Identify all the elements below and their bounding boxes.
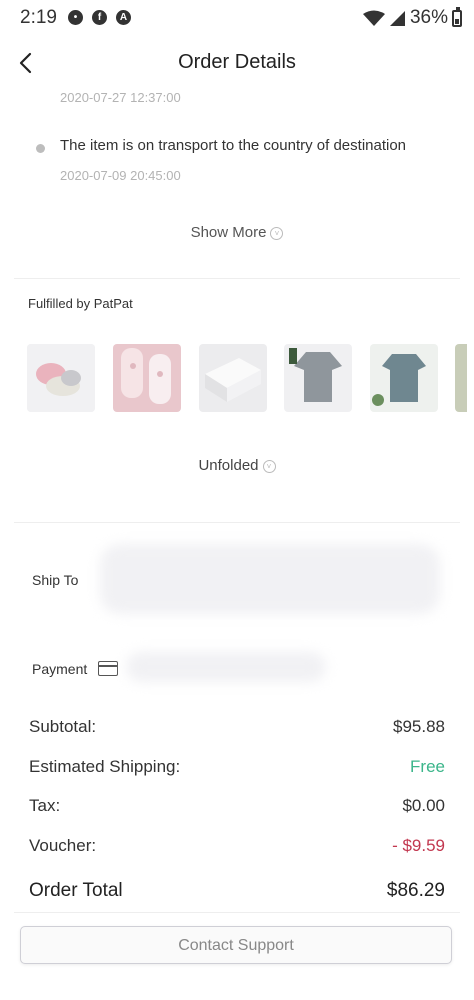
battery-icon bbox=[452, 6, 462, 27]
show-more-button[interactable]: Show More ˅ bbox=[14, 224, 460, 241]
status-time: 2:19 bbox=[20, 7, 57, 28]
fulfilled-label: Fulfilled by PatPat bbox=[28, 296, 133, 311]
order-total-row: Order Total $86.29 bbox=[29, 880, 445, 902]
battery-percent: 36% bbox=[409, 7, 448, 28]
blue-romper-image bbox=[370, 344, 438, 412]
tax-row: Tax: $0.00 bbox=[29, 796, 445, 816]
unfolded-label: Unfolded bbox=[198, 457, 259, 474]
signal-icon bbox=[389, 10, 405, 26]
chevron-down-icon: ˅ bbox=[262, 459, 276, 473]
payment-redacted bbox=[126, 652, 326, 682]
shipping-value: Free bbox=[410, 757, 445, 776]
facebook-icon: f bbox=[92, 10, 107, 25]
contact-support-button[interactable]: Contact Support bbox=[20, 926, 452, 964]
subtotal-value: $95.88 bbox=[393, 717, 445, 736]
product-thumbnail[interactable] bbox=[284, 344, 352, 412]
divider bbox=[14, 522, 460, 523]
tracking-previous-date: 2020-07-27 12:37:00 bbox=[60, 90, 181, 105]
status-right: 36% bbox=[362, 6, 462, 29]
product-thumbnail[interactable] bbox=[27, 344, 95, 412]
socks-image bbox=[27, 344, 95, 412]
subtotal-row: Subtotal: $95.88 bbox=[29, 717, 445, 737]
tax-label: Tax: bbox=[29, 796, 61, 815]
header: Order Details bbox=[0, 40, 474, 86]
product-thumbnails bbox=[27, 344, 467, 414]
gray-romper-image bbox=[284, 344, 352, 412]
product-image bbox=[455, 344, 467, 412]
voucher-row: Voucher: - $9.59 bbox=[29, 836, 445, 856]
tracking-event-text: The item is on transport to the country … bbox=[60, 137, 407, 154]
show-more-label: Show More bbox=[190, 224, 267, 241]
wifi-icon bbox=[362, 10, 385, 26]
status-bar: 2:19 • f A 36% bbox=[0, 0, 474, 36]
payment-label: Payment bbox=[32, 661, 88, 677]
divider bbox=[14, 912, 460, 913]
tracking-section: 2020-07-27 12:37:00 The item is on trans… bbox=[14, 86, 460, 276]
lace-socks-image bbox=[113, 344, 181, 412]
voucher-label: Voucher: bbox=[29, 836, 97, 855]
address-redacted bbox=[100, 544, 440, 614]
order-total-label: Order Total bbox=[29, 880, 123, 901]
white-cloth-image bbox=[199, 344, 267, 412]
divider bbox=[14, 278, 460, 279]
shipping-label: Estimated Shipping: bbox=[29, 757, 181, 776]
app-icon: A bbox=[116, 10, 131, 25]
chevron-down-icon: ˅ bbox=[270, 226, 284, 240]
voucher-value: - $9.59 bbox=[392, 836, 445, 855]
tracking-event-date: 2020-07-09 20:45:00 bbox=[60, 168, 181, 183]
chat-icon: • bbox=[68, 10, 83, 25]
unfolded-button[interactable]: Unfolded ˅ bbox=[0, 457, 474, 474]
product-thumbnail[interactable] bbox=[455, 344, 467, 412]
timeline-dot bbox=[36, 144, 45, 153]
shipping-row: Estimated Shipping: Free bbox=[29, 757, 445, 777]
tax-value: $0.00 bbox=[402, 796, 445, 815]
product-thumbnail[interactable] bbox=[199, 344, 267, 412]
order-total-value: $86.29 bbox=[386, 880, 445, 901]
product-thumbnail[interactable] bbox=[370, 344, 438, 412]
credit-card-icon bbox=[98, 661, 118, 676]
page-title: Order Details bbox=[178, 51, 296, 73]
ship-to-label: Ship To bbox=[32, 572, 79, 588]
subtotal-label: Subtotal: bbox=[29, 717, 97, 736]
product-thumbnail[interactable] bbox=[113, 344, 181, 412]
